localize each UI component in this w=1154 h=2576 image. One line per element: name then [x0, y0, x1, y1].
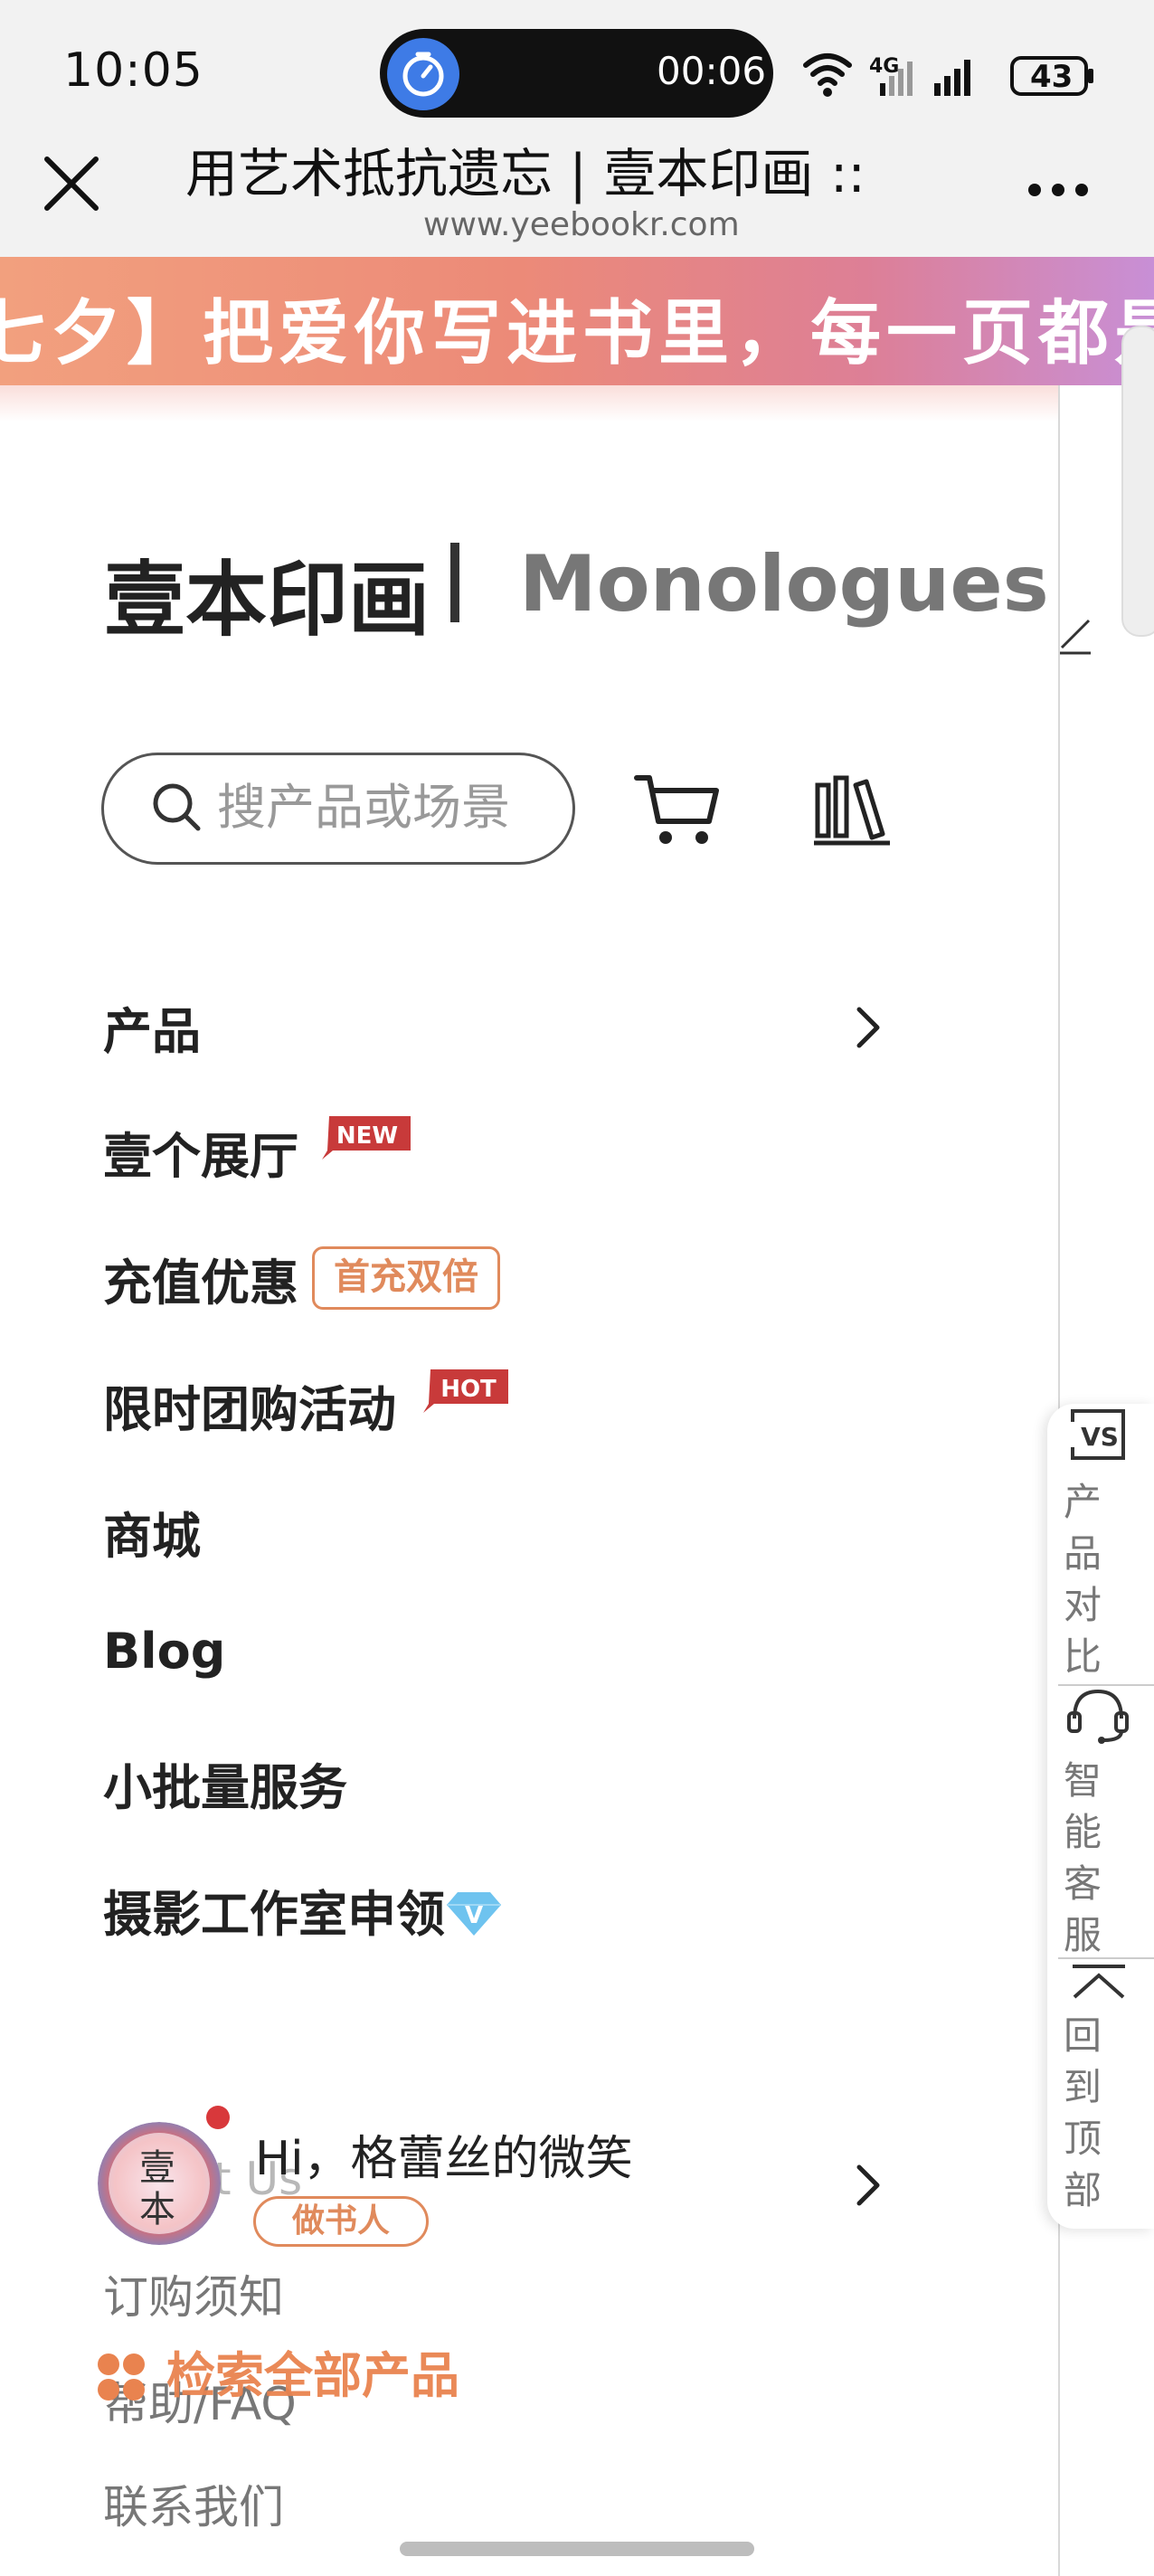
search-input[interactable] [217, 771, 561, 843]
svg-text:HOT: HOT [440, 1376, 497, 1403]
customer-service-label[interactable]: 智能客服 [1064, 1755, 1102, 1961]
user-role-badge: 做书人 [253, 2196, 429, 2247]
notification-dot [206, 2106, 230, 2129]
avatar[interactable]: 壹 本 [98, 2122, 221, 2245]
order-notice-link[interactable]: 订购须知 [103, 2261, 284, 2326]
search-all-products-button[interactable]: 检索全部产品 [166, 2335, 459, 2407]
menu-item-mall[interactable]: 商城 [103, 1496, 201, 1567]
headset-icon[interactable] [1065, 1684, 1130, 1746]
svg-text:VS: VS [1081, 1422, 1119, 1452]
page-url: www.yeebookr.com [423, 206, 740, 243]
edit-icon[interactable] [1058, 606, 1094, 660]
timer-readout: 00:06 [657, 49, 767, 93]
cellular-4g-icon: 4G [869, 55, 913, 96]
more-options-icon[interactable] [1022, 172, 1094, 208]
back-to-top-label[interactable]: 回到顶部 [1064, 2010, 1102, 2216]
menu-item-small-batch[interactable]: 小批量服务 [103, 1747, 347, 1819]
promo-banner[interactable]: 七夕】把爱你写进书里，每一页都是 [0, 257, 1154, 385]
scroll-tab[interactable] [1121, 326, 1154, 637]
home-indicator[interactable] [400, 2542, 754, 2556]
avatar-text-line1: 壹 [139, 2147, 175, 2189]
brand-subtitle: Monologues [519, 539, 1049, 630]
menu-item-group-buy[interactable]: 限时团购活动 [103, 1369, 396, 1441]
brand-name[interactable]: 壹本印画 [104, 534, 430, 651]
user-greeting[interactable]: Hi，格蕾丝的微笑 [255, 2120, 633, 2188]
svg-text:4G: 4G [869, 55, 899, 78]
status-icons: 4G 43 [800, 47, 1099, 101]
new-badge: NEW [320, 1114, 414, 1161]
svg-text:V: V [465, 1902, 483, 1929]
diamond-v-icon: V [443, 1889, 505, 1939]
hot-badge: HOT [421, 1368, 512, 1415]
back-to-top-icon[interactable] [1069, 1963, 1129, 2008]
chevron-right-icon[interactable] [850, 2160, 886, 2211]
compare-icon[interactable]: VS [1065, 1407, 1130, 1462]
page-title: 用艺术抵抗遗忘 | 壹本印画 :: [185, 143, 866, 204]
signal-bars-icon [934, 60, 970, 96]
menu-item-blog[interactable]: Blog [103, 1623, 225, 1680]
banner-prefix: 七 [0, 293, 52, 374]
menu-item-products[interactable]: 产品 [103, 991, 201, 1063]
bookshelf-icon[interactable] [812, 769, 894, 850]
avatar-text-line2: 本 [139, 2189, 175, 2230]
search-icon [149, 780, 205, 836]
promo-banner-text: 七夕】把爱你写进书里，每一页都是 [0, 277, 1154, 378]
brand-separator [450, 543, 459, 622]
grid-icon[interactable] [94, 2350, 148, 2404]
svg-text:43: 43 [1030, 59, 1073, 95]
battery-icon: 43 [1010, 56, 1093, 96]
cart-icon[interactable] [633, 769, 724, 850]
close-icon[interactable] [40, 152, 103, 215]
svg-text:NEW: NEW [336, 1122, 398, 1150]
wifi-icon [803, 53, 852, 97]
timer-icon [387, 38, 459, 110]
compare-label[interactable]: 产品对比 [1064, 1476, 1102, 1682]
banner-shadow [0, 385, 1058, 421]
menu-item-studio-apply[interactable]: 摄影工作室申领 [103, 1874, 445, 1946]
chevron-right-icon[interactable] [850, 1002, 886, 1053]
status-time: 10:05 [63, 43, 203, 98]
banner-main-text: 夕】把爱你写进书里，每一页都是 [51, 293, 1154, 374]
first-charge-badge: 首充双倍 [312, 1246, 500, 1310]
menu-item-gallery[interactable]: 壹个展厅 [103, 1116, 298, 1188]
menu-item-recharge[interactable]: 充值优惠 [103, 1243, 298, 1314]
contact-us-link[interactable]: 联系我们 [103, 2471, 284, 2536]
float-divider [1058, 1957, 1154, 1959]
